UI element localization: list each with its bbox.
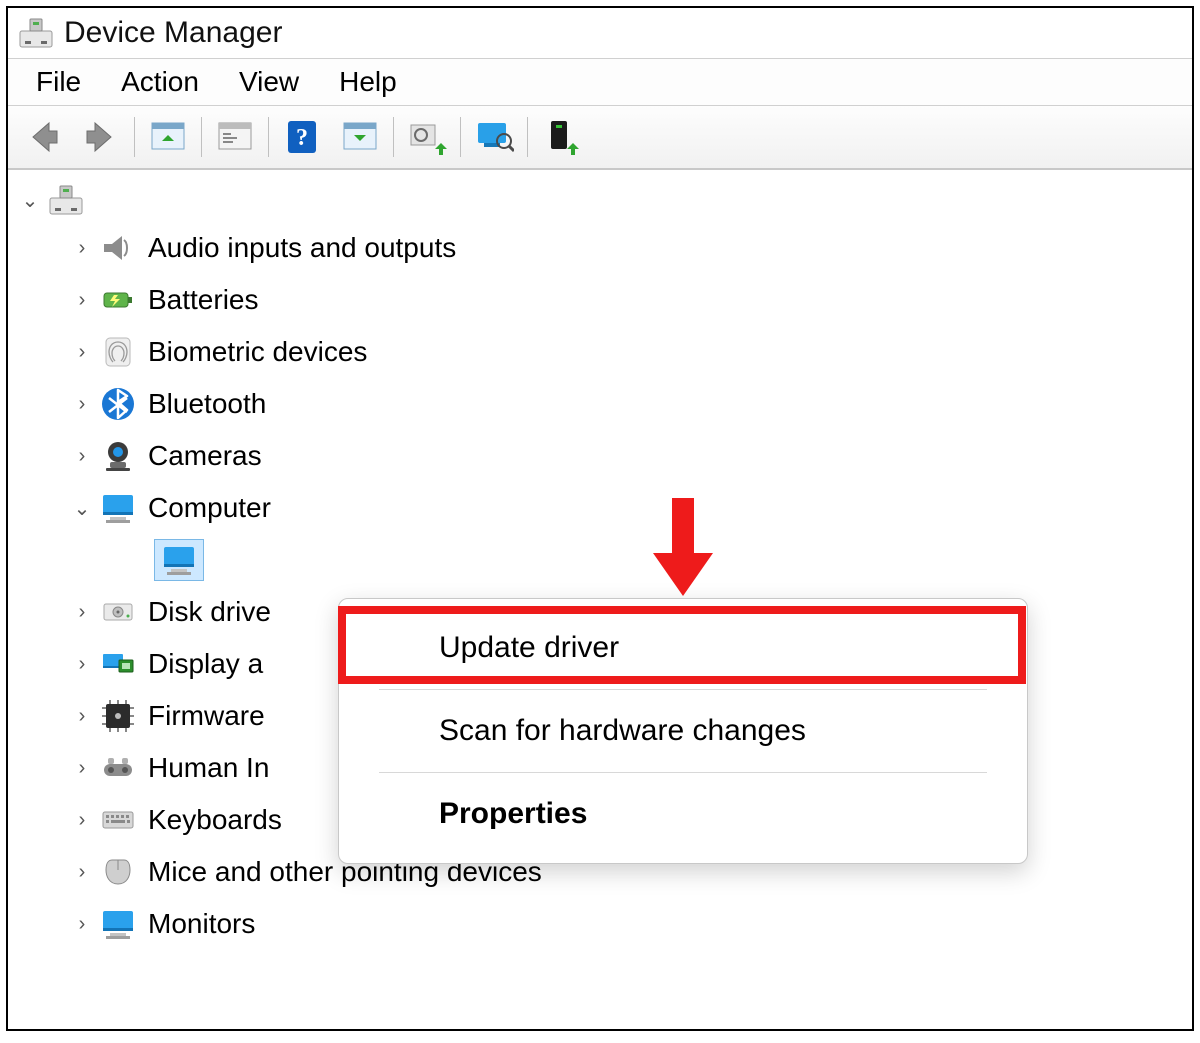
ctx-separator [379,772,987,773]
computer-root-icon [46,180,86,220]
add-legacy-icon[interactable] [538,114,584,160]
tree-label: Cameras [148,440,262,472]
titlebar: Device Manager [8,8,1192,58]
annotation-arrow-icon [648,498,718,598]
tree-label: Display a [148,648,263,680]
menu-help[interactable]: Help [319,62,417,102]
ctx-properties[interactable]: Properties [339,777,1027,851]
toolbar-separator [393,117,394,157]
monitor-icon [98,904,138,944]
tree-node-bluetooth[interactable]: › Bluetooth [12,378,1188,430]
battery-icon [98,280,138,320]
show-hidden-icon[interactable] [145,114,191,160]
svg-text:?: ? [296,125,308,151]
biometric-icon [98,332,138,372]
chevron-down-icon[interactable]: ⌄ [16,188,44,213]
tree-root[interactable]: ⌄ [12,178,1188,222]
forward-button[interactable] [78,114,124,160]
tree-node-monitors[interactable]: › Monitors [12,898,1188,950]
chevron-down-icon[interactable]: ⌄ [68,496,96,521]
chevron-right-icon[interactable]: › [68,445,96,468]
computer-icon [98,488,138,528]
disk-icon [98,592,138,632]
computer-device-icon [154,539,204,581]
device-manager-icon [18,15,54,51]
firmware-icon [98,696,138,736]
tree-label: Batteries [148,284,259,316]
toolbar-separator [134,117,135,157]
tree-node-batteries[interactable]: › Batteries [12,274,1188,326]
tree-label: Monitors [148,908,255,940]
properties-icon[interactable] [212,114,258,160]
chevron-right-icon[interactable]: › [68,601,96,624]
keyboard-icon [98,800,138,840]
device-manager-window: Device Manager File Action View Help ? [6,6,1194,1031]
ctx-scan-hardware[interactable]: Scan for hardware changes [339,694,1027,768]
tree-label: Audio inputs and outputs [148,232,456,264]
help-icon[interactable]: ? [279,114,325,160]
toolbar-separator [527,117,528,157]
toolbar-separator [460,117,461,157]
toolbar-separator [201,117,202,157]
tree-label: Human In [148,752,269,784]
toolbar: ? [8,106,1192,170]
chevron-right-icon[interactable]: › [68,393,96,416]
chevron-right-icon[interactable]: › [68,861,96,884]
update-driver-icon[interactable] [404,114,450,160]
chevron-right-icon[interactable]: › [68,289,96,312]
chevron-right-icon[interactable]: › [68,341,96,364]
menubar: File Action View Help [8,58,1192,106]
tree-node-audio[interactable]: › Audio inputs and outputs [12,222,1188,274]
tree-node-cameras[interactable]: › Cameras [12,430,1188,482]
tree-label: Disk drive [148,596,271,628]
context-menu: Update driver Scan for hardware changes … [338,598,1028,864]
camera-icon [98,436,138,476]
tree-label: Biometric devices [148,336,367,368]
tree-label: Computer [148,492,271,524]
chevron-right-icon[interactable]: › [68,913,96,936]
tree-label: Bluetooth [148,388,266,420]
toolbar-separator [268,117,269,157]
ctx-update-driver[interactable]: Update driver [339,611,1027,685]
tree-label: Keyboards [148,804,282,836]
menu-action[interactable]: Action [101,62,219,102]
chevron-right-icon[interactable]: › [68,237,96,260]
scan-hardware-icon[interactable] [471,114,517,160]
bluetooth-icon [98,384,138,424]
tree-node-computer[interactable]: ⌄ Computer [12,482,1188,534]
display-adapter-icon [98,644,138,684]
mouse-icon [98,852,138,892]
hid-icon [98,748,138,788]
action-icon[interactable] [337,114,383,160]
tree-node-biometric[interactable]: › Biometric devices [12,326,1188,378]
tree-label: Firmware [148,700,265,732]
chevron-right-icon[interactable]: › [68,705,96,728]
tree-node-computer-device[interactable] [12,534,1188,586]
menu-file[interactable]: File [16,62,101,102]
chevron-right-icon[interactable]: › [68,653,96,676]
audio-icon [98,228,138,268]
back-button[interactable] [20,114,66,160]
chevron-right-icon[interactable]: › [68,809,96,832]
chevron-right-icon[interactable]: › [68,757,96,780]
ctx-separator [379,689,987,690]
menu-view[interactable]: View [219,62,319,102]
window-title: Device Manager [64,16,282,50]
